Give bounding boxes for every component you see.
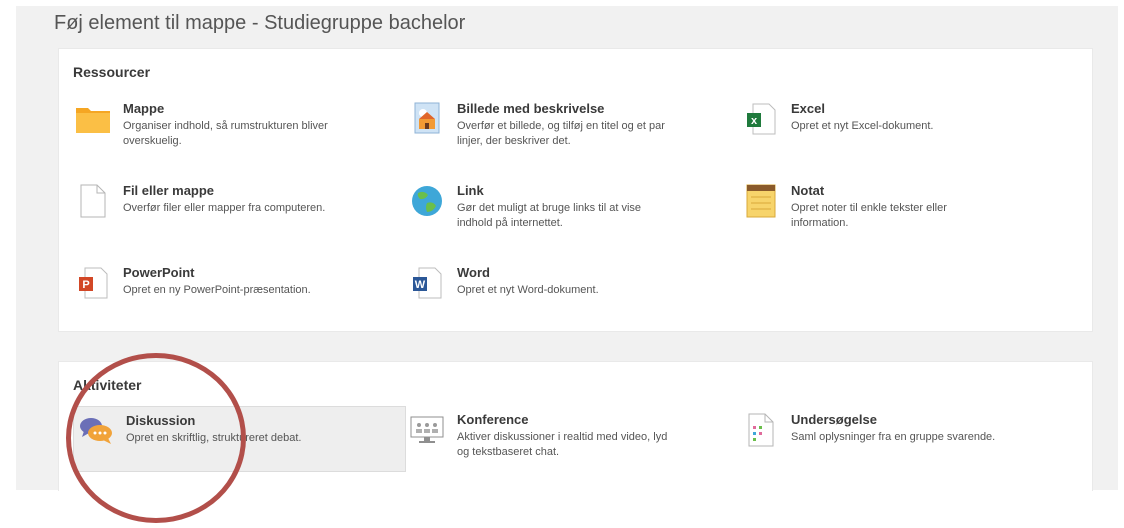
item-name: Mappe bbox=[123, 101, 165, 116]
item-desc: Opret en skriftlig, struktureret debat. bbox=[126, 432, 302, 444]
activities-card: Aktiviteter Diskussion Opret en skriftli… bbox=[58, 361, 1093, 491]
excel-icon: x bbox=[743, 101, 779, 137]
svg-text:P: P bbox=[82, 279, 89, 291]
item-desc: Gør det muligt at bruge links til at vis… bbox=[457, 202, 642, 214]
item-desc: overskuelig. bbox=[123, 135, 182, 147]
item-desc: Opret noter til enkle tekster eller bbox=[791, 202, 947, 214]
file-icon bbox=[75, 183, 111, 219]
item-name: Diskussion bbox=[126, 413, 196, 428]
globe-icon bbox=[409, 183, 445, 219]
item-billede[interactable]: Billede med beskrivelse Overfør et bille… bbox=[409, 101, 739, 149]
item-name: Konference bbox=[457, 412, 529, 427]
item-undersoegelse[interactable]: Undersøgelse Saml oplysninger fra en gru… bbox=[743, 412, 1073, 448]
dialog-title: Føj element til mappe - Studiegruppe bac… bbox=[54, 12, 466, 34]
item-konference[interactable]: Konference Aktiver diskussioner i realti… bbox=[409, 412, 739, 460]
item-link[interactable]: Link Gør det muligt at bruge links til a… bbox=[409, 183, 739, 231]
item-name: Fil eller mappe bbox=[123, 183, 215, 198]
item-name: Word bbox=[457, 265, 490, 280]
svg-text:W: W bbox=[415, 279, 426, 291]
item-fil-eller-mappe[interactable]: Fil eller mappe Overfør filer eller mapp… bbox=[75, 183, 405, 219]
item-name: PowerPoint bbox=[123, 265, 195, 280]
item-diskussion[interactable]: Diskussion Opret en skriftlig, strukture… bbox=[73, 406, 406, 472]
item-mappe[interactable]: Mappe Organiser indhold, så rumstrukture… bbox=[75, 101, 395, 149]
item-name: Undersøgelse bbox=[791, 412, 877, 427]
item-excel[interactable]: x Excel Opret et nyt Excel-dokument. bbox=[743, 101, 1073, 137]
item-desc: Opret et nyt Excel-dokument. bbox=[791, 120, 934, 132]
item-desc: indhold på internettet. bbox=[457, 217, 563, 229]
powerpoint-icon: P bbox=[75, 265, 111, 301]
item-name: Billede med beskrivelse bbox=[457, 101, 605, 116]
item-name: Excel bbox=[791, 101, 825, 116]
svg-text:x: x bbox=[751, 115, 758, 127]
item-name: Link bbox=[457, 183, 484, 198]
item-word[interactable]: W Word Opret et nyt Word-dokument. bbox=[409, 265, 739, 301]
item-desc: Overfør filer eller mapper fra computere… bbox=[123, 202, 326, 214]
item-desc: Saml oplysninger fra en gruppe svarende. bbox=[791, 431, 996, 443]
item-powerpoint[interactable]: P PowerPoint Opret en ny PowerPoint-præs… bbox=[75, 265, 405, 301]
item-desc: Organiser indhold, så rumstrukturen bliv… bbox=[123, 120, 328, 132]
folder-icon bbox=[75, 101, 111, 137]
survey-icon bbox=[743, 412, 779, 448]
item-desc: og tekstbaseret chat. bbox=[457, 446, 560, 458]
discussion-icon bbox=[78, 413, 114, 449]
item-name: Notat bbox=[791, 183, 825, 198]
conference-icon bbox=[409, 412, 445, 448]
item-desc: Aktiver diskussioner i realtid med video… bbox=[457, 431, 668, 443]
item-desc: Opret en ny PowerPoint-præsentation. bbox=[123, 284, 311, 296]
resources-card: Ressourcer Mappe Organiser indhold, så r… bbox=[58, 48, 1093, 332]
image-icon bbox=[409, 101, 445, 137]
item-desc: linjer, der beskriver det. bbox=[457, 135, 571, 147]
item-desc: Opret et nyt Word-dokument. bbox=[457, 284, 599, 296]
item-desc: Overfør et billede, og tilføj en titel o… bbox=[457, 120, 665, 132]
item-desc: information. bbox=[791, 217, 849, 229]
word-icon: W bbox=[409, 265, 445, 301]
activities-heading: Aktiviteter bbox=[73, 377, 142, 393]
resources-heading: Ressourcer bbox=[73, 64, 151, 80]
note-icon bbox=[743, 183, 779, 219]
item-notat[interactable]: Notat Opret noter til enkle tekster elle… bbox=[743, 183, 1073, 231]
